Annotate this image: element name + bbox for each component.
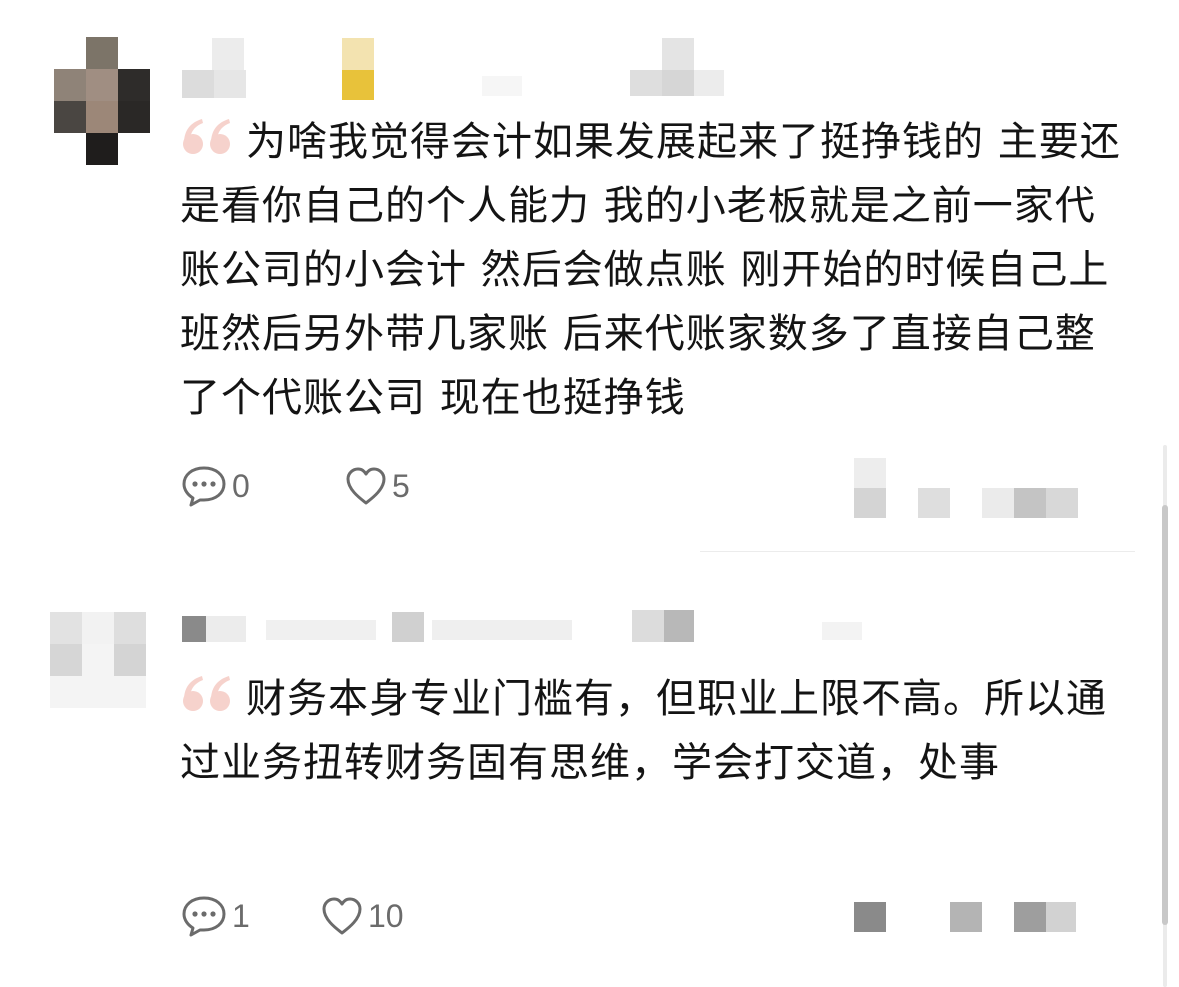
comment-item: 财务本身专业门槛有，但职业上限不高。所以通过业务扭转财务固有思维，学会打交道，处…	[0, 556, 1179, 987]
badge-icon	[342, 70, 374, 100]
like-button[interactable]: 5	[344, 464, 410, 508]
username-blurred	[182, 38, 742, 100]
reply-count: 0	[232, 467, 250, 504]
quote-mark-icon	[180, 669, 238, 711]
comment-meta-blurred	[854, 458, 1084, 518]
avatar[interactable]	[54, 37, 150, 165]
divider	[700, 551, 1135, 552]
like-count: 5	[392, 467, 410, 504]
comment-text: 财务本身专业门槛有，但职业上限不高。所以通过业务扭转财务固有思维，学会打交道，处…	[180, 667, 1130, 795]
comment-body: 为啥我觉得会计如果发展起来了挺挣钱的 主要还是看你自己的个人能力 我的小老板就是…	[180, 119, 1121, 421]
like-count: 10	[368, 897, 404, 934]
comment-body: 财务本身专业门槛有，但职业上限不高。所以通过业务扭转财务固有思维，学会打交道，处…	[180, 676, 1107, 786]
heart-outline-icon	[320, 896, 364, 936]
reply-button[interactable]: 1	[180, 894, 250, 938]
username-blurred	[182, 610, 882, 644]
reply-count: 1	[232, 897, 250, 934]
comment-actions: 1 10	[180, 894, 480, 938]
comment-bubble-icon	[180, 464, 228, 508]
comment-actions: 0 5	[180, 464, 480, 508]
comment-item: 为啥我觉得会计如果发展起来了挺挣钱的 主要还是看你自己的个人能力 我的小老板就是…	[0, 0, 1179, 555]
heart-outline-icon	[344, 466, 388, 506]
comment-meta-blurred	[854, 900, 1084, 934]
like-button[interactable]: 10	[320, 894, 404, 938]
comment-bubble-icon	[180, 894, 228, 938]
quote-mark-icon	[180, 112, 238, 154]
scrollbar-thumb[interactable]	[1162, 505, 1168, 925]
scrollbar[interactable]	[1160, 445, 1170, 987]
reply-button[interactable]: 0	[180, 464, 250, 508]
comment-text: 为啥我觉得会计如果发展起来了挺挣钱的 主要还是看你自己的个人能力 我的小老板就是…	[180, 110, 1130, 430]
avatar[interactable]	[50, 612, 146, 708]
